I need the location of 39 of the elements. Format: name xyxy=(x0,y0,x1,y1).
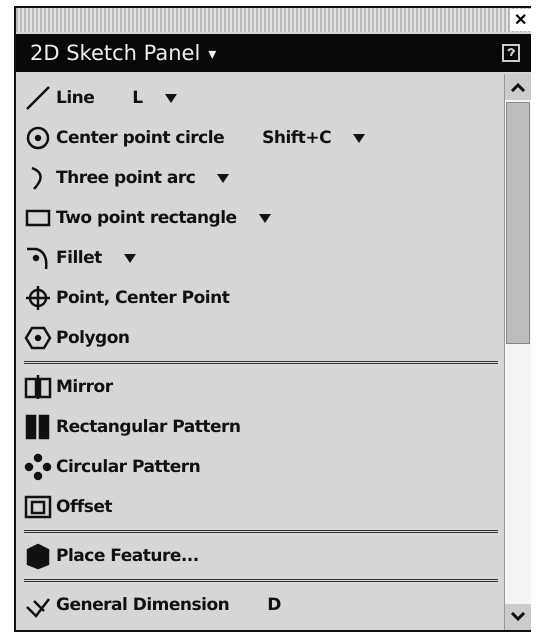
tool-item[interactable]: Rectangular Pattern xyxy=(24,407,498,447)
crosshair-icon xyxy=(24,284,52,312)
tool-item[interactable]: Two point rectangle xyxy=(24,198,498,238)
circular-pattern-icon xyxy=(24,453,52,481)
feature-icon xyxy=(24,542,52,570)
tool-item[interactable]: Center point circle Shift+C xyxy=(24,118,498,158)
pattern-icon xyxy=(24,413,52,441)
tool-item[interactable]: Mirror xyxy=(24,367,498,407)
panel-title-menu[interactable]: 2D Sketch Panel ▾ xyxy=(30,41,216,65)
scroll-down-button[interactable] xyxy=(505,604,531,630)
tool-item[interactable]: Three point arc xyxy=(24,158,498,198)
tool-item[interactable]: Line L xyxy=(24,78,498,118)
chevron-down-icon xyxy=(510,612,526,622)
chevron-up-icon xyxy=(510,82,526,92)
shortcut-key: Shift+C xyxy=(262,128,332,148)
tool-item[interactable]: Fillet xyxy=(24,238,498,278)
help-icon[interactable] xyxy=(501,43,521,63)
scroll-up-button[interactable] xyxy=(505,74,531,100)
tool-item[interactable]: Offset xyxy=(24,487,498,527)
shortcut-key: L xyxy=(132,88,143,108)
mirror-icon xyxy=(24,373,52,401)
dropdown-caret-icon[interactable] xyxy=(164,94,177,102)
dropdown-caret-icon[interactable] xyxy=(124,254,136,262)
shortcut-key: D xyxy=(267,595,281,615)
tool-item[interactable]: Point, Center Point xyxy=(24,278,498,318)
hexagon-icon xyxy=(24,324,52,352)
scrollbar[interactable] xyxy=(504,74,531,630)
dropdown-caret-icon[interactable] xyxy=(217,174,230,182)
offset-icon xyxy=(24,493,52,521)
scroll-thumb[interactable] xyxy=(506,102,530,344)
tool-item[interactable]: General Dimension D xyxy=(24,585,498,625)
tool-item[interactable]: Circular Pattern xyxy=(24,447,498,487)
close-button[interactable]: ✕ xyxy=(510,9,531,31)
tool-item[interactable]: Polygon xyxy=(24,318,498,358)
dropdown-caret-icon[interactable] xyxy=(258,214,271,222)
tool-item[interactable]: Place Feature... xyxy=(24,536,498,576)
circle-icon xyxy=(24,124,52,152)
line-icon xyxy=(24,84,52,112)
dropdown-caret-icon[interactable] xyxy=(353,134,366,142)
